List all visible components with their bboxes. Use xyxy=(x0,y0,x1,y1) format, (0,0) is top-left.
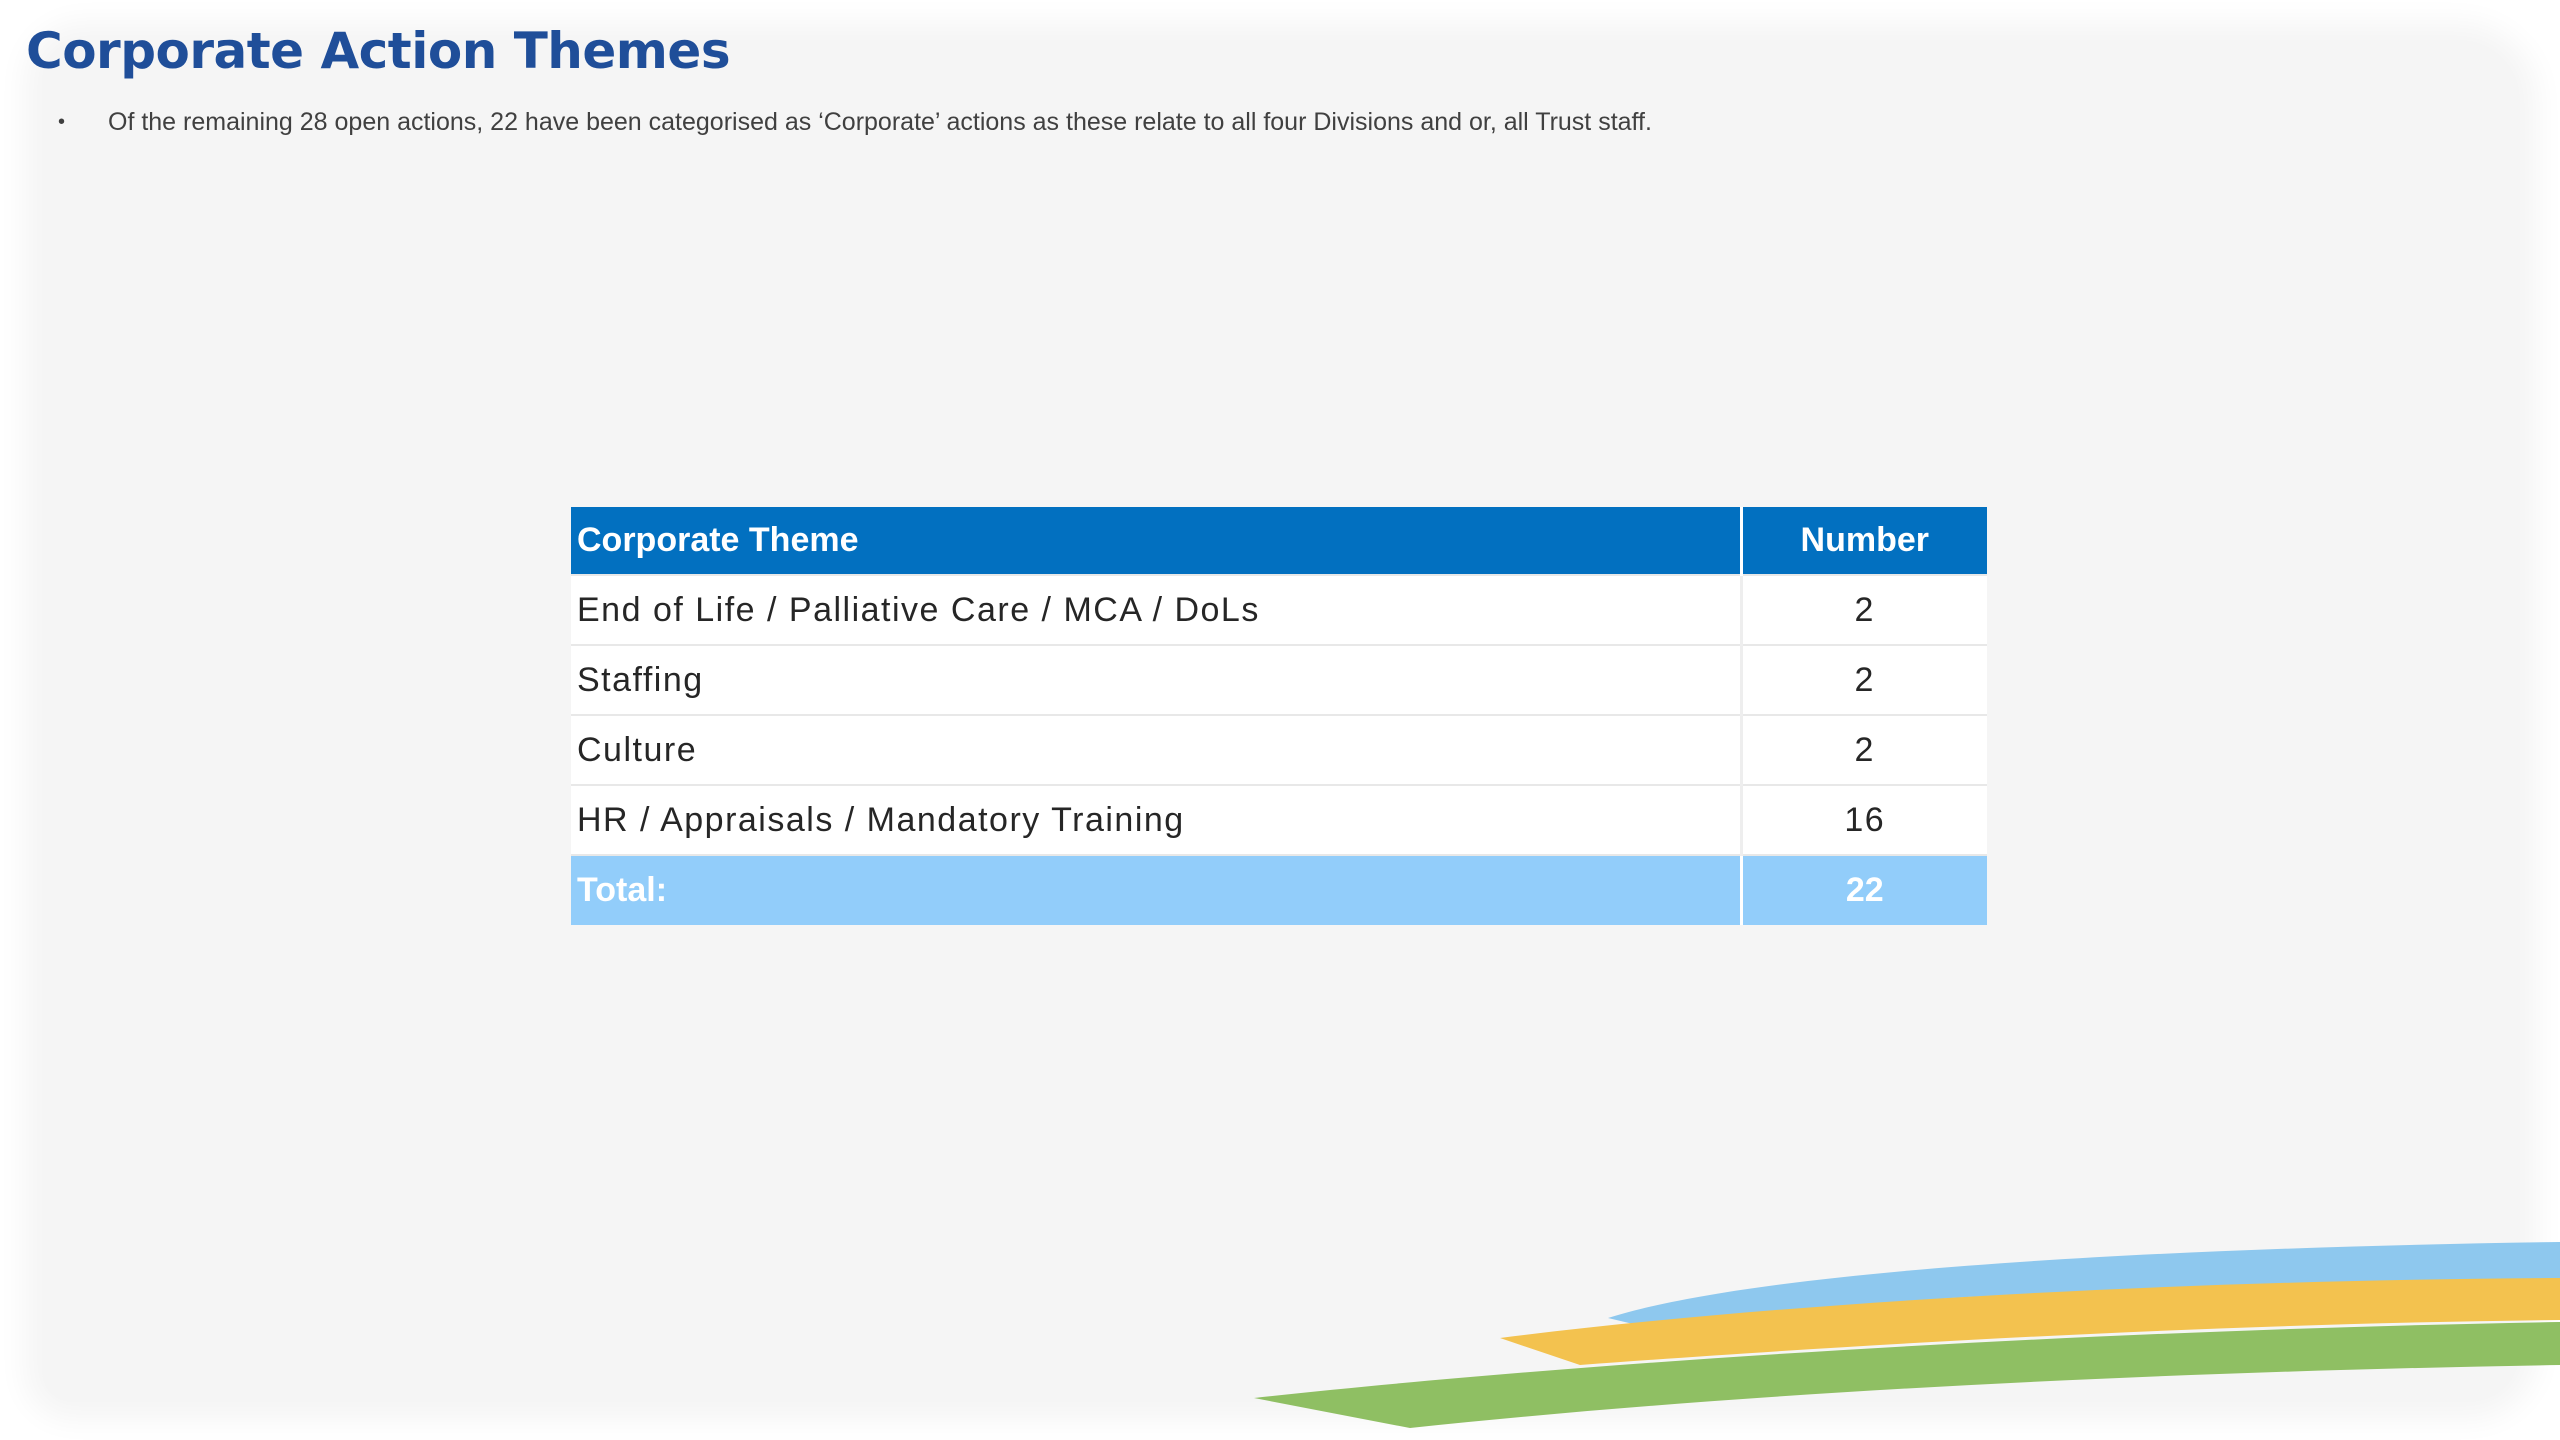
decorative-swoosh xyxy=(1254,1242,2560,1428)
